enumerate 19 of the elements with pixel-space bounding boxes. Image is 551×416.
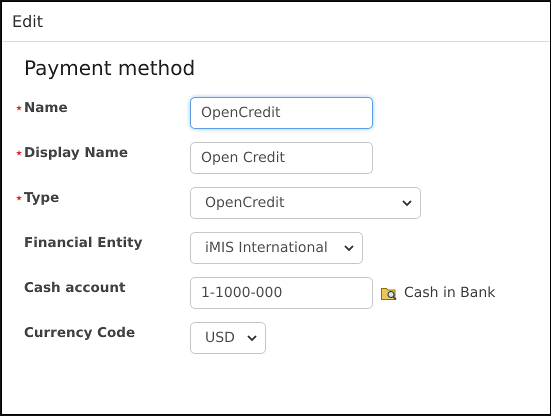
field-label: Cash account [24, 280, 126, 296]
field-label: Financial Entity [24, 235, 142, 251]
section-heading: Payment method [24, 56, 196, 80]
chevron-down-icon [402, 200, 412, 206]
input-field[interactable]: OpenCredit [190, 97, 373, 129]
chevron-down-icon [247, 334, 257, 342]
input-field[interactable]: 1-1000-000 [190, 277, 373, 309]
window-title: Edit [12, 12, 43, 31]
field-label: Currency Code [24, 325, 136, 341]
field-label: Type [24, 190, 60, 206]
field-label: Name [24, 100, 68, 116]
dropdown[interactable]: OpenCredit [190, 187, 421, 219]
input-field[interactable]: Open Credit [190, 142, 373, 174]
folder-search-icon[interactable] [381, 286, 398, 300]
account-name: Cash in Bank [404, 285, 496, 301]
chevron-down-icon [344, 244, 354, 252]
field-label: Display Name [24, 145, 128, 161]
dropdown[interactable]: iMIS International [190, 232, 363, 264]
dropdown[interactable]: USD [190, 322, 266, 354]
